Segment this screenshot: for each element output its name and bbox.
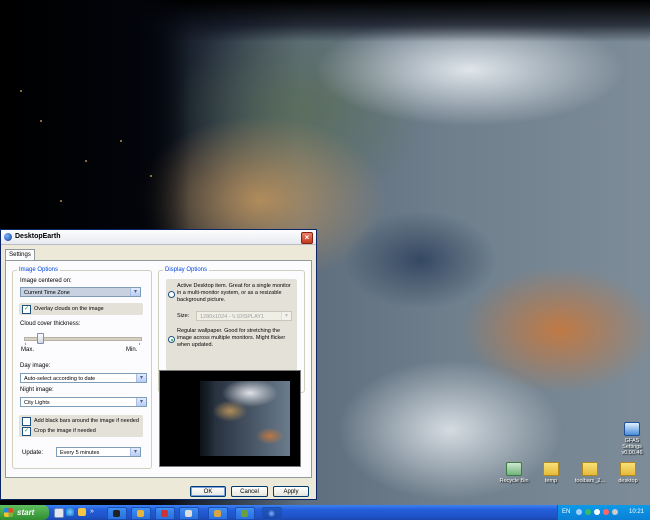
taskbar: start » EN 10:21: [0, 505, 650, 520]
tray-icon[interactable]: [585, 509, 591, 515]
chevron-down-icon: ▾: [130, 448, 140, 456]
crop-image-checkbox[interactable]: ✓ Crop the image if needed: [22, 427, 96, 436]
slider-min-label: Min.: [126, 347, 138, 353]
desktopearth-app-icon: [268, 510, 275, 517]
city-light: [60, 200, 62, 202]
tray-icon[interactable]: [603, 509, 609, 515]
size-select[interactable]: 1280x1024 - \\.\DISPLAY1 ▾: [196, 311, 292, 321]
image-options-legend: Image Options: [19, 267, 59, 273]
regular-wallpaper-radio[interactable]: [168, 336, 175, 343]
app-icon: [241, 510, 248, 517]
active-desktop-radio[interactable]: [168, 291, 175, 298]
day-image-select[interactable]: Auto-select according to date ▾: [20, 373, 147, 383]
app-icon: [161, 510, 168, 517]
taskbar-button[interactable]: [208, 507, 228, 520]
app-icon: [113, 510, 120, 517]
quicklaunch-overflow-icon[interactable]: »: [90, 508, 98, 516]
desktopearth-app-icon: [4, 233, 12, 241]
regular-wallpaper-text: Regular wallpaper. Good for stretching t…: [177, 328, 286, 348]
night-image-label: Night image:: [20, 387, 54, 393]
chevron-down-icon: ▾: [136, 398, 146, 406]
slider-tick: [25, 343, 26, 345]
recycle-bin-icon: [506, 462, 522, 476]
close-button[interactable]: ×: [301, 232, 313, 244]
taskbar-button[interactable]: [155, 507, 175, 520]
start-button[interactable]: start: [0, 505, 49, 520]
update-interval-select[interactable]: Every 5 minutes ▾: [56, 447, 141, 457]
app-icon: [214, 510, 221, 517]
city-light: [85, 160, 87, 162]
browser-icon[interactable]: [66, 508, 74, 516]
centered-on-label: Image centered on:: [20, 278, 72, 284]
centered-on-select[interactable]: Current Time Zone ▾: [20, 287, 141, 297]
preview-image: [159, 370, 301, 467]
folder-icon: [582, 462, 598, 476]
app-icon: [185, 510, 192, 517]
cancel-button[interactable]: Cancel: [231, 486, 268, 497]
volume-icon[interactable]: [612, 509, 618, 515]
system-tray: EN 10:21: [557, 505, 650, 520]
app-icon: [137, 510, 144, 517]
settings-app-icon: [624, 422, 640, 436]
slider-tick: [139, 343, 140, 345]
city-light: [120, 140, 122, 142]
chevron-down-icon: ▾: [136, 374, 146, 382]
desktop-icon-toolbars[interactable]: toolbars_2...: [572, 462, 608, 484]
window-title: DesktopEarth: [15, 233, 61, 240]
language-indicator[interactable]: EN: [562, 509, 570, 515]
taskbar-button[interactable]: [179, 507, 199, 520]
desktop-icon-settings[interactable]: GFAS Settings v0.00.46: [614, 422, 650, 456]
checkbox-box: [22, 417, 31, 426]
checkbox-box: ✓: [22, 427, 31, 436]
preview-night-shade: [185, 371, 215, 466]
night-image-select[interactable]: City Lights ▾: [20, 397, 147, 407]
folder-icon: [620, 462, 636, 476]
cloud-thickness-thumb[interactable]: [37, 333, 45, 344]
slider-max-label: Max.: [21, 347, 35, 353]
update-label: Update:: [22, 450, 44, 456]
show-desktop-icon[interactable]: [54, 508, 64, 518]
tray-icon[interactable]: [576, 509, 582, 515]
chevron-down-icon: ▾: [130, 288, 140, 296]
clock[interactable]: 10:21: [629, 509, 644, 515]
day-image-label: Day image:: [20, 363, 51, 369]
overlay-clouds-checkbox[interactable]: ✓ Overlay clouds on the image: [22, 305, 104, 314]
explorer-icon[interactable]: [78, 508, 86, 516]
tray-icon[interactable]: [594, 509, 600, 515]
desktop-icon-temp[interactable]: temp: [533, 462, 569, 484]
active-desktop-text: Active Desktop item. Great for a single …: [177, 283, 291, 303]
ok-button[interactable]: OK: [190, 486, 226, 497]
close-icon: ×: [304, 233, 310, 242]
checkbox-box: ✓: [22, 305, 31, 314]
cloud-thickness-label: Cloud cover thickness:: [20, 321, 81, 327]
city-light: [40, 120, 42, 122]
desktop-icon-recycle-bin[interactable]: Recycle Bin: [496, 462, 532, 484]
size-label: Size:: [177, 313, 190, 319]
taskbar-button[interactable]: [235, 507, 255, 520]
add-black-bars-checkbox[interactable]: Add black bars around the image if neede…: [22, 417, 139, 426]
desktopearth-window: DesktopEarth × Settings Image Options Im…: [0, 229, 317, 500]
desktop-icon-desktop[interactable]: desktop: [610, 462, 646, 484]
folder-icon: [543, 462, 559, 476]
taskbar-button-desktopearth[interactable]: [262, 507, 282, 520]
taskbar-button[interactable]: [107, 507, 127, 520]
apply-button[interactable]: Apply: [273, 486, 309, 497]
taskbar-button[interactable]: [131, 507, 151, 520]
display-options-legend: Display Options: [165, 267, 208, 273]
windows-logo-icon: [4, 508, 13, 517]
city-light: [20, 90, 22, 92]
title-bar[interactable]: DesktopEarth ×: [1, 230, 316, 245]
city-light: [150, 175, 152, 177]
chevron-down-icon: ▾: [281, 312, 291, 320]
